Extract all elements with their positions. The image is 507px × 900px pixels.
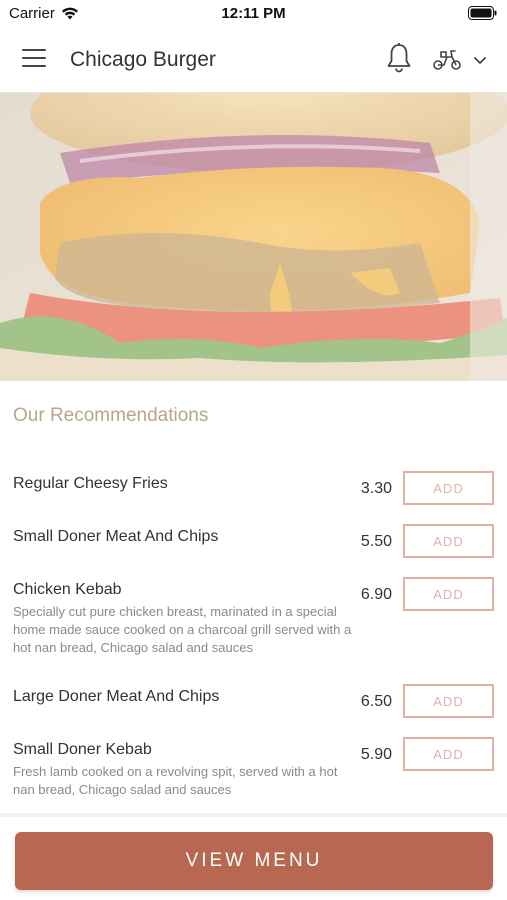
menu-icon[interactable] (22, 49, 48, 71)
bottom-bar: VIEW MENU (0, 813, 507, 900)
item-name: Regular Cheesy Fries (13, 475, 168, 492)
scooter-icon[interactable] (432, 47, 462, 71)
add-button[interactable]: ADD (403, 524, 494, 558)
item-price: 3.30 (360, 480, 392, 497)
section-title: Our Recommendations (13, 405, 209, 426)
add-button[interactable]: ADD (403, 577, 494, 611)
item-price: 6.90 (360, 586, 392, 603)
item-price: 6.50 (360, 693, 392, 710)
bell-icon[interactable] (385, 42, 413, 74)
item-description: Specially cut pure chicken breast, marin… (13, 604, 352, 655)
chevron-down-icon[interactable] (472, 53, 488, 67)
item-name: Small Doner Kebab (13, 741, 152, 758)
status-bar: Carrier 12:11 PM (0, 0, 507, 27)
battery-icon (468, 6, 497, 20)
item-price: 5.90 (360, 746, 392, 763)
burger-photo (0, 93, 507, 381)
add-button[interactable]: ADD (403, 737, 494, 771)
add-button[interactable]: ADD (403, 471, 494, 505)
status-time: 12:11 PM (221, 5, 286, 22)
hero-image (0, 93, 507, 381)
item-price: 5.50 (360, 533, 392, 550)
item-name: Chicken Kebab (13, 581, 122, 598)
item-description: Fresh lamb cooked on a revolving spit, s… (13, 764, 338, 797)
item-name: Small Doner Meat And Chips (13, 528, 219, 545)
app-header: Chicago Burger (0, 27, 507, 93)
page-title: Chicago Burger (70, 48, 216, 71)
view-menu-button[interactable]: VIEW MENU (15, 832, 493, 890)
item-name: Large Doner Meat And Chips (13, 688, 220, 705)
add-button[interactable]: ADD (403, 684, 494, 718)
